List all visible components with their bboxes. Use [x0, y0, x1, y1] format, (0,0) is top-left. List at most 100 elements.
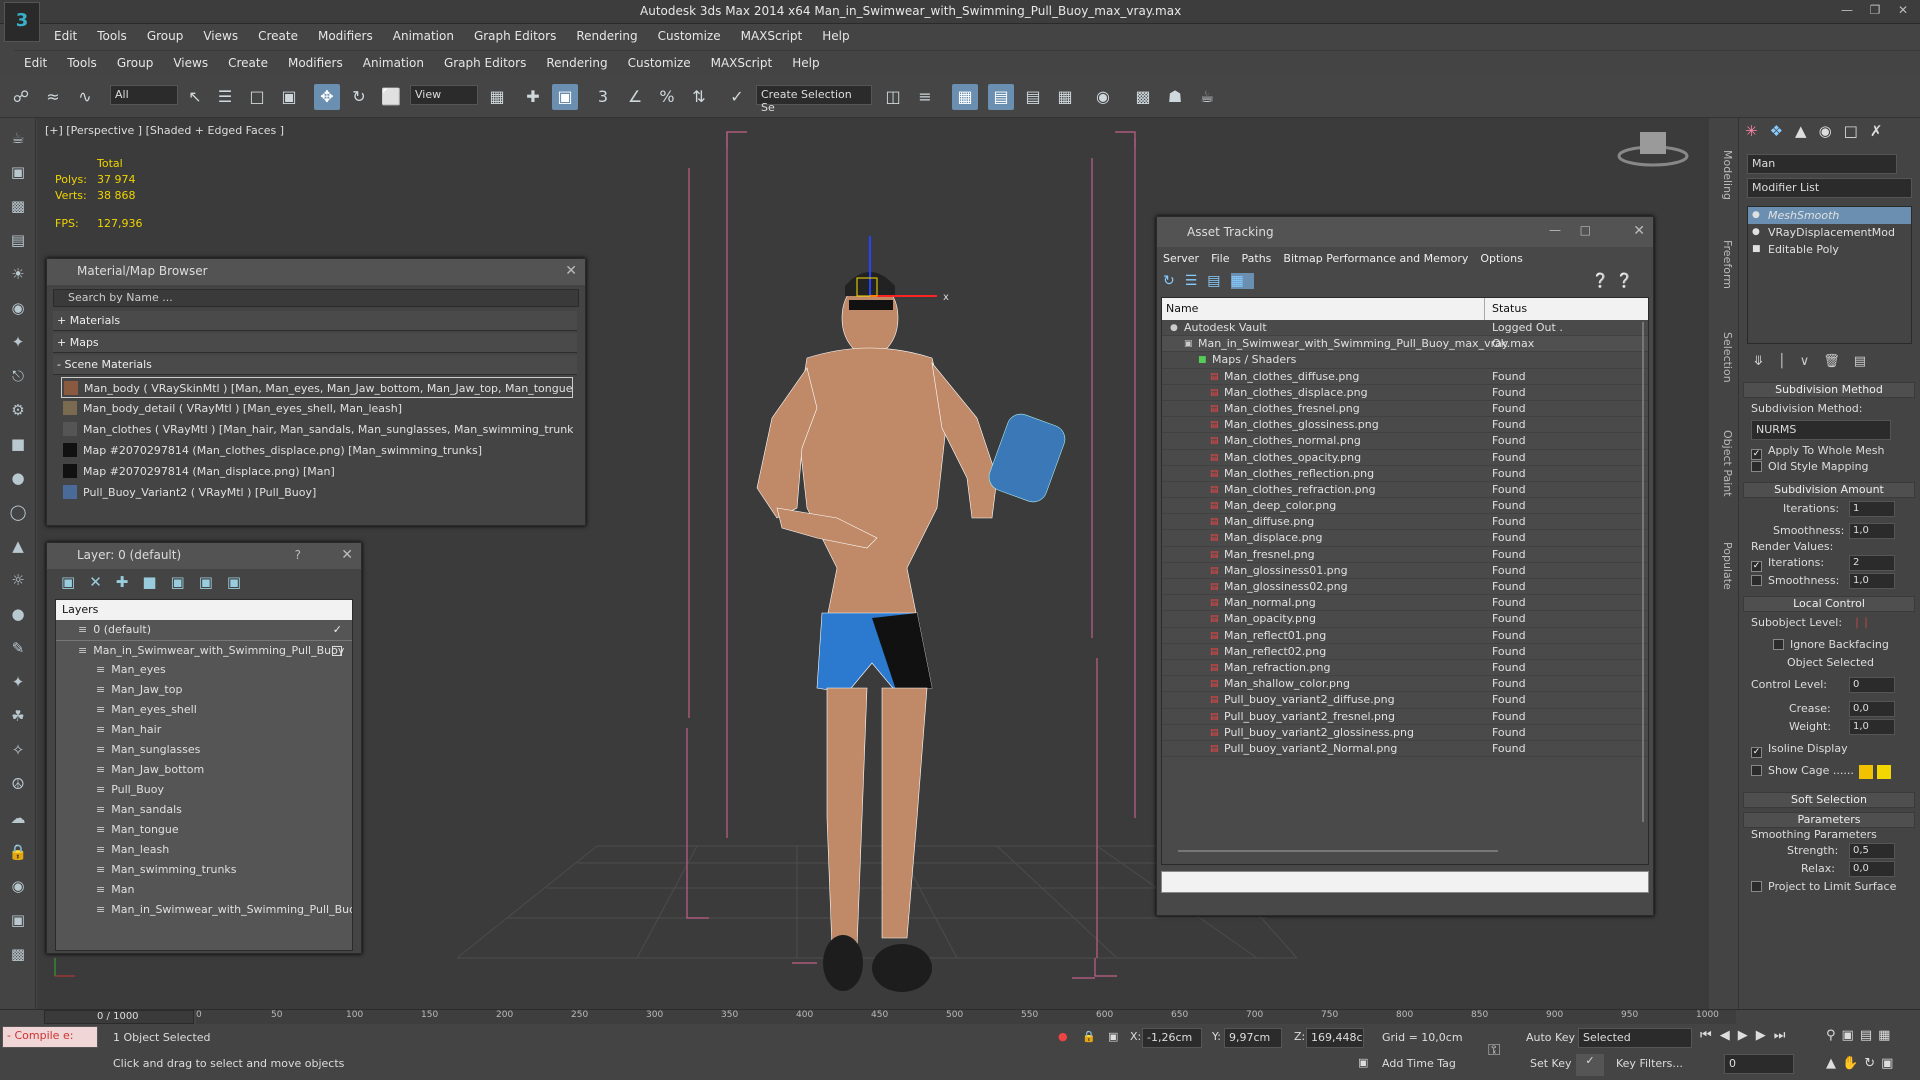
- expand-icon[interactable]: ■: [1752, 241, 1761, 258]
- menu-animation[interactable]: Animation: [383, 29, 464, 43]
- add-icon[interactable]: ✚: [116, 573, 143, 591]
- asset-row[interactable]: ▤ Man_clothes_fresnel.png Found: [1162, 401, 1648, 418]
- lock-icon[interactable]: 🔒: [6, 840, 30, 864]
- select-layer-icon[interactable]: ■: [142, 573, 170, 591]
- material-group-header[interactable]: + Materials: [53, 311, 577, 331]
- rendered-frame-window-icon[interactable]: ☗: [1162, 84, 1188, 110]
- menu-maxscript[interactable]: MAXScript: [701, 56, 783, 70]
- modifier-stack-item[interactable]: ■ Editable Poly: [1748, 241, 1911, 258]
- material-editor-icon[interactable]: ◉: [1090, 84, 1116, 110]
- menu-customize[interactable]: Customize: [618, 56, 701, 70]
- asset-row[interactable]: ▤ Man_clothes_normal.png Found: [1162, 433, 1648, 450]
- sphere2-icon[interactable]: ●: [6, 602, 30, 626]
- horizontal-scrollbar[interactable]: [1178, 850, 1498, 852]
- layer-row[interactable]: ≡ Man_in_Swimwear_with_Swimming_Pull_Buoy: [56, 640, 352, 660]
- display-tab-icon[interactable]: □: [1844, 122, 1870, 140]
- asset-row[interactable]: ▣ Man_in_Swimwear_with_Swimming_Pull_Buoy…: [1162, 336, 1648, 353]
- time-slider[interactable]: 0 / 1000: [44, 1010, 194, 1024]
- snaps-toggle-icon[interactable]: 3: [590, 84, 616, 110]
- edit-named-selection-icon[interactable]: ✓: [724, 84, 750, 110]
- minimize-icon[interactable]: —: [1836, 3, 1858, 19]
- reference-coordinate-dropdown[interactable]: View: [410, 85, 478, 105]
- maximize-icon[interactable]: ❐: [1864, 3, 1886, 19]
- y-coordinate-field[interactable]: 9,97cm: [1224, 1028, 1282, 1048]
- side-tab-populate[interactable]: Populate: [1712, 542, 1734, 590]
- next-frame-icon[interactable]: ▶: [1756, 1028, 1774, 1043]
- local-control-rollout[interactable]: Local Control: [1743, 596, 1915, 612]
- table-view-icon[interactable]: ▦: [1230, 273, 1254, 289]
- modifier-stack-item[interactable]: ● VRayDisplacementMod: [1748, 224, 1911, 241]
- layer-object-row[interactable]: ≡ Man: [56, 880, 352, 900]
- maximize-icon[interactable]: □: [1580, 223, 1591, 237]
- bind-spacewarp-icon[interactable]: ∿: [72, 84, 98, 110]
- render-setup-icon[interactable]: ▩: [1130, 84, 1156, 110]
- render-iterations-spinner[interactable]: 2: [1849, 555, 1895, 571]
- asset-row[interactable]: ▤ Pull_buoy_variant2_diffuse.png Found: [1162, 692, 1648, 709]
- set-key-button[interactable]: Set Key: [1530, 1057, 1572, 1070]
- column-status[interactable]: Status: [1492, 302, 1527, 315]
- side-tab-object-paint[interactable]: Object Paint: [1712, 430, 1734, 497]
- menu-views[interactable]: Views: [193, 29, 248, 43]
- zoom-icon[interactable]: ⚲: [1826, 1028, 1842, 1043]
- select-by-name-icon[interactable]: ☰: [212, 84, 238, 110]
- menu-help[interactable]: Help: [812, 29, 859, 43]
- tree-view-icon[interactable]: ▤: [1207, 273, 1230, 289]
- asset-menu-paths[interactable]: Paths: [1236, 252, 1278, 265]
- add-time-tag-icon[interactable]: ▣: [1358, 1056, 1368, 1069]
- teapot-icon[interactable]: ☕: [6, 126, 30, 150]
- subdivision-method-rollout[interactable]: Subdivision Method: [1743, 382, 1915, 398]
- asset-row[interactable]: ▤ Pull_buoy_variant2_Normal.png Found: [1162, 741, 1648, 758]
- auto-key-button[interactable]: Auto Key: [1526, 1031, 1575, 1044]
- maxscript-listener[interactable]: - Compile e:: [2, 1026, 98, 1048]
- iterations-spinner[interactable]: 1: [1849, 501, 1895, 517]
- asset-row[interactable]: ■ Maps / Shaders: [1162, 352, 1648, 369]
- orbit-icon[interactable]: ↻: [1864, 1056, 1881, 1071]
- menu-customize[interactable]: Customize: [648, 29, 731, 43]
- render-frame-icon[interactable]: ▣: [6, 908, 30, 932]
- menu-group[interactable]: Group: [107, 56, 164, 70]
- pivot-center-icon[interactable]: ▦: [484, 84, 510, 110]
- asset-row[interactable]: ▤ Man_opacity.png Found: [1162, 611, 1648, 628]
- asset-row[interactable]: ▤ Man_shallow_color.png Found: [1162, 676, 1648, 693]
- sphere-icon[interactable]: ●: [6, 466, 30, 490]
- unlink-icon[interactable]: ≈: [40, 84, 66, 110]
- modifier-list-dropdown[interactable]: Modifier List: [1747, 178, 1912, 198]
- select-object-icon[interactable]: ↖: [182, 84, 208, 110]
- project-limit-checkbox[interactable]: [1751, 881, 1762, 892]
- material-item[interactable]: Pull_Buoy_Variant2 ( VRayMtl ) [Pull_Buo…: [61, 482, 573, 503]
- asset-row[interactable]: ▤ Man_diffuse.png Found: [1162, 514, 1648, 531]
- help-icon[interactable]: ?: [295, 548, 301, 562]
- current-frame-field[interactable]: 0: [1724, 1054, 1794, 1074]
- asset-row[interactable]: ▤ Man_clothes_glossiness.png Found: [1162, 417, 1648, 434]
- material-item[interactable]: Man_clothes ( VRayMtl ) [Man_hair, Man_s…: [61, 419, 573, 440]
- make-unique-icon[interactable]: ∨: [1800, 354, 1824, 369]
- spacewarp-icon[interactable]: ⎋: [6, 364, 30, 388]
- keyboard-shortcut-override-icon[interactable]: ▣: [552, 84, 578, 110]
- render-production-icon[interactable]: ☕: [1194, 84, 1220, 110]
- menu-tools[interactable]: Tools: [87, 29, 137, 43]
- render-smoothness-checkbox[interactable]: [1751, 575, 1762, 586]
- cloth-icon[interactable]: ☁: [6, 806, 30, 830]
- active-layer-check-icon[interactable]: ✓: [333, 620, 342, 640]
- add-time-tag[interactable]: Add Time Tag: [1382, 1057, 1456, 1070]
- menu-rendering[interactable]: Rendering: [566, 29, 647, 43]
- z-coordinate-field[interactable]: 169,448cm: [1306, 1028, 1364, 1048]
- cage-selection-color-swatch[interactable]: [1877, 765, 1891, 779]
- absolute-mode-icon[interactable]: ▣: [1108, 1030, 1118, 1043]
- modifier-stack-item[interactable]: ● MeshSmooth: [1748, 207, 1911, 224]
- parameters-rollout[interactable]: Parameters: [1743, 812, 1915, 828]
- layer-new-icon[interactable]: ▣: [61, 573, 89, 591]
- layer-object-row[interactable]: ≡ Man_Jaw_top: [56, 680, 352, 700]
- freeze-all-icon[interactable]: ▣: [227, 573, 255, 591]
- hair-icon[interactable]: ☮: [6, 772, 30, 796]
- asset-row[interactable]: ▤ Man_normal.png Found: [1162, 595, 1648, 612]
- layer-object-row[interactable]: ≡ Man_sunglasses: [56, 740, 352, 760]
- layer-object-row[interactable]: ≡ Man_swimming_trunks: [56, 860, 352, 880]
- control-level-spinner[interactable]: 0: [1849, 677, 1895, 693]
- layer-visibility-checkbox[interactable]: [332, 646, 342, 656]
- set-key-icon[interactable]: ✓: [1576, 1054, 1604, 1076]
- asset-row[interactable]: ● Autodesk Vault Logged Out .: [1162, 320, 1648, 337]
- selection-lock-icon[interactable]: 🔒: [1082, 1030, 1096, 1043]
- delete-icon[interactable]: ✕: [89, 573, 116, 591]
- layer-explorer-icon[interactable]: ▤: [988, 84, 1014, 110]
